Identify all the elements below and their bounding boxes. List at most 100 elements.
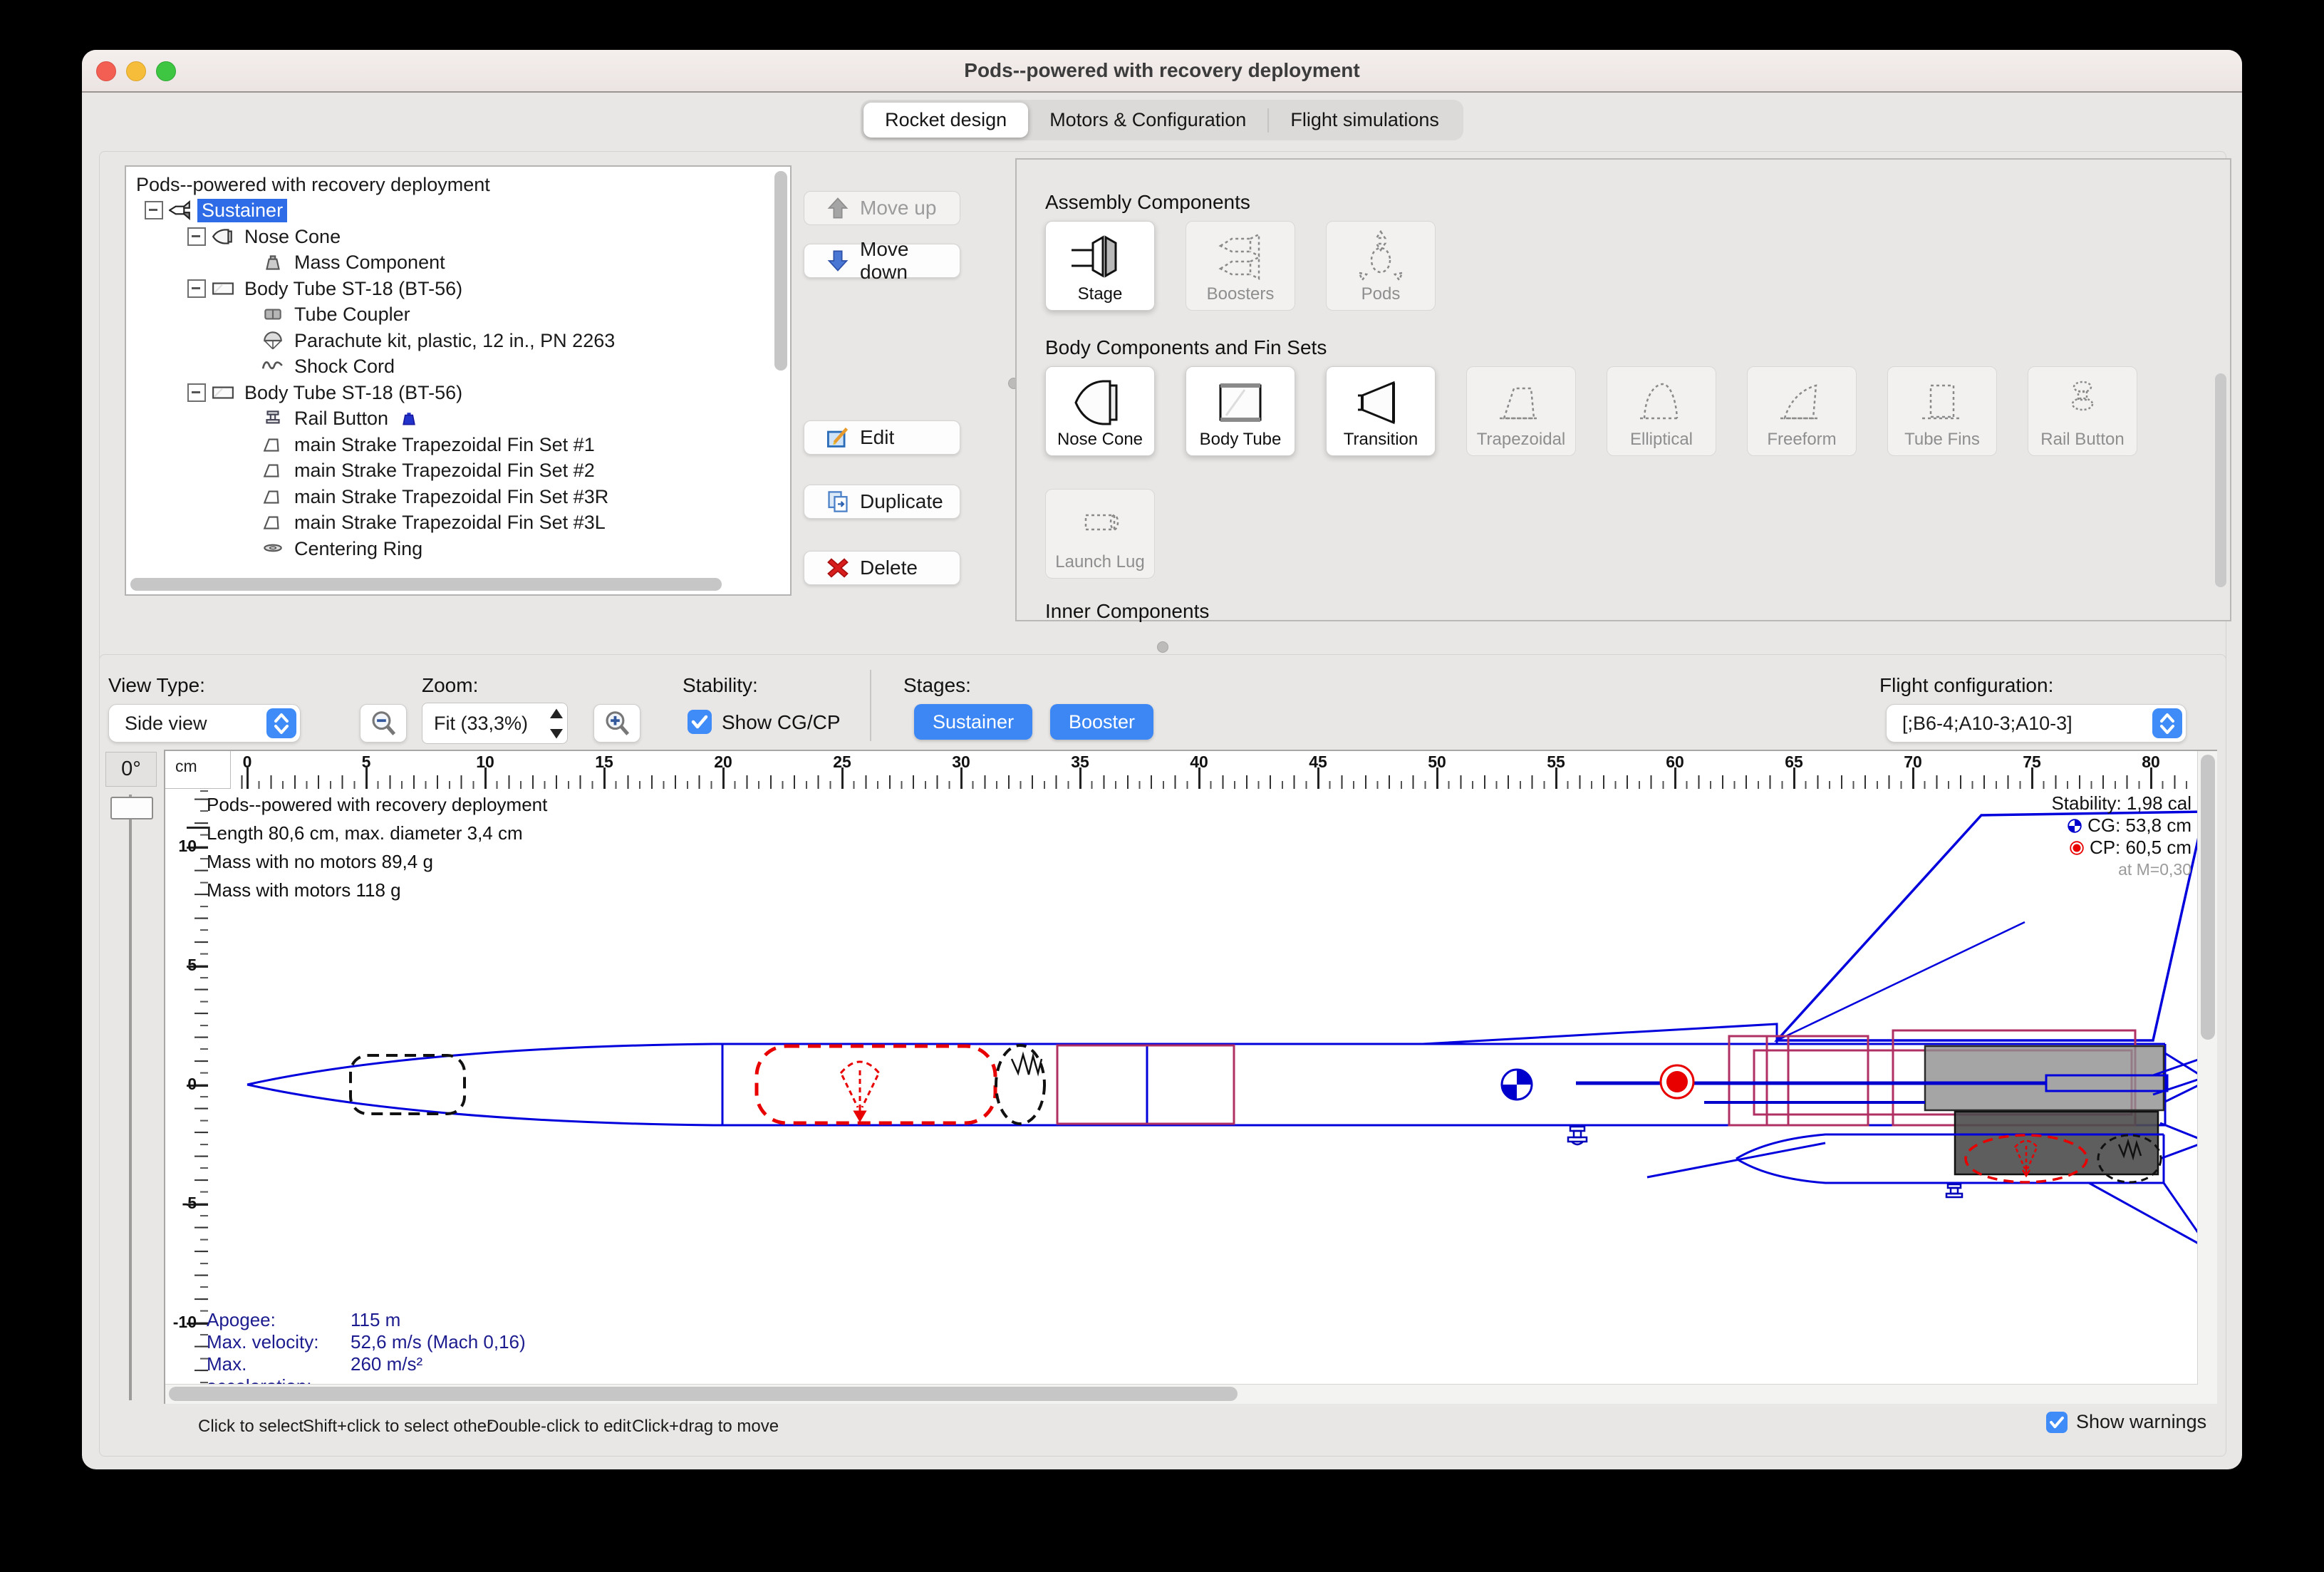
stage-toggle-booster[interactable]: Booster [1050, 704, 1153, 740]
show-cgcp-checkbox[interactable] [688, 710, 712, 734]
tree-row-sustainer[interactable]: Sustainer [145, 198, 287, 222]
rotation-slider-track[interactable] [129, 795, 132, 1400]
ruler-tick-label: 55 [1540, 753, 1572, 772]
nose-cone-label: Nose Cone [1057, 430, 1143, 450]
rotation-slider-handle[interactable] [110, 797, 153, 819]
splitter-dot-horizontal[interactable] [1157, 641, 1168, 653]
tree-row-nose-cone[interactable]: Nose Cone [187, 224, 345, 249]
canvas-horizontal-scrollbar[interactable] [165, 1384, 2198, 1404]
tree-horizontal-scrollbar[interactable] [130, 578, 722, 591]
pod-rail-button-glyph [1946, 1184, 1962, 1197]
launch-lug-label: Launch Lug [1055, 552, 1144, 572]
view-type-value: Side view [109, 713, 266, 735]
cp-icon [2069, 840, 2085, 856]
add-panel-scrollbar[interactable] [2215, 373, 2226, 587]
collapse-icon[interactable] [187, 279, 206, 298]
move-down-button[interactable]: Move down [804, 244, 960, 278]
tree-row-body-tube-1[interactable]: Body Tube ST-18 (BT-56) [187, 276, 467, 301]
stability-label: Stability: [683, 674, 758, 697]
component-button-nose-cone[interactable]: Nose Cone [1045, 366, 1155, 456]
ruler-unit-box: cm [165, 751, 231, 789]
edit-button[interactable]: Edit [804, 420, 960, 455]
tree-row-fin-set-3r[interactable]: main Strake Trapezoidal Fin Set #3R [256, 485, 613, 509]
collapse-icon[interactable] [187, 383, 206, 402]
component-button-boosters: Boosters [1186, 221, 1295, 311]
tree-row-rail-button[interactable]: Rail Button [256, 406, 418, 430]
zoom-in-icon [603, 710, 631, 737]
hint-shift-click: Shift+click to select other [303, 1417, 492, 1437]
component-tree[interactable]: Pods--powered with recovery deployment S… [125, 165, 792, 596]
tree-row-shock-cord[interactable]: Shock Cord [256, 354, 399, 378]
tab-rocket-design[interactable]: Rocket design [863, 103, 1028, 138]
tree-row-fin-set-3l[interactable]: main Strake Trapezoidal Fin Set #3L [256, 510, 610, 534]
scrollbar-thumb[interactable] [2201, 755, 2215, 1040]
tab-motors-configuration[interactable]: Motors & Configuration [1028, 103, 1267, 138]
component-button-tube-fins: Tube Fins [1887, 366, 1997, 456]
ruler-tick-label: 25 [826, 753, 858, 772]
delete-button[interactable]: Delete [804, 551, 960, 585]
component-button-stage[interactable]: Stage [1045, 221, 1155, 311]
component-button-trapezoidal: Trapezoidal [1466, 366, 1576, 456]
ruler-tick-label: 75 [2016, 753, 2048, 772]
ruler-tick-label: 30 [945, 753, 977, 772]
strake-fin-top [1423, 1024, 1777, 1044]
canvas-vertical-scrollbar[interactable] [2197, 751, 2217, 1404]
tree-row-parachute[interactable]: Parachute kit, plastic, 12 in., PN 2263 [256, 329, 619, 353]
stat-value: 115 m [351, 1309, 400, 1331]
move-down-label: Move down [860, 238, 960, 284]
tree-row-tube-coupler[interactable]: Tube Coupler [256, 302, 415, 326]
zoom-in-button[interactable] [593, 704, 640, 743]
info-length: Length 80,6 cm, max. diameter 3,4 cm [207, 819, 547, 847]
tree-row-mass-component[interactable]: Mass Component [256, 250, 450, 274]
flight-config-dropdown[interactable]: [;B6-4;A10-3;A10-3] [1886, 704, 2186, 743]
tree-vertical-scrollbar[interactable] [774, 171, 787, 371]
tree-root[interactable]: Pods--powered with recovery deployment [132, 172, 494, 197]
ruler-tick-label: 80 [2135, 753, 2167, 772]
zoom-out-icon [370, 710, 397, 737]
zoom-combo[interactable]: Fit (33,3%) [422, 703, 568, 744]
collapse-icon[interactable] [145, 201, 163, 219]
ruler-tick-label: 10 [470, 753, 501, 772]
ruler-tick-label: 35 [1064, 753, 1096, 772]
zoom-out-button[interactable] [360, 704, 407, 743]
show-cgcp-label: Show CG/CP [722, 711, 841, 734]
tree-row-fin-set-2[interactable]: main Strake Trapezoidal Fin Set #2 [256, 458, 599, 482]
desktop: Pods--powered with recovery deployment R… [0, 0, 2324, 1572]
tree-label-nose-cone: Nose Cone [240, 225, 345, 249]
component-button-freeform: Freeform [1747, 366, 1857, 456]
tube-fins-icon [1912, 374, 1972, 431]
ruler-tick-label: 20 [707, 753, 739, 772]
component-button-body-tube[interactable]: Body Tube [1186, 366, 1295, 456]
tab-flight-simulations[interactable]: Flight simulations [1269, 103, 1461, 138]
duplicate-button[interactable]: Duplicate [804, 485, 960, 519]
scrollbar-thumb[interactable] [169, 1387, 1238, 1401]
cp-marker [1661, 1065, 1693, 1098]
body-tube-icon [212, 277, 234, 300]
transition-icon [1351, 374, 1411, 431]
tree-row-body-tube-2[interactable]: Body Tube ST-18 (BT-56) [187, 381, 467, 405]
tree-label-centering-ring: Centering Ring [290, 537, 427, 561]
chevron-up-down-icon [2152, 708, 2182, 738]
component-button-elliptical: Elliptical [1607, 366, 1716, 456]
flight-config-label: Flight configuration: [1879, 674, 2053, 697]
stage-toggle-sustainer[interactable]: Sustainer [914, 704, 1032, 740]
strake-fin-bottom [1647, 1143, 1825, 1177]
component-button-transition[interactable]: Transition [1326, 366, 1436, 456]
stat-label: Max. velocity: [207, 1331, 351, 1353]
stage-label: Stage [1078, 284, 1123, 304]
delete-label: Delete [860, 557, 918, 579]
view-type-dropdown[interactable]: Side view [108, 704, 301, 743]
hint-double-click: Double-click to edit [487, 1417, 631, 1437]
collapse-icon[interactable] [187, 227, 206, 246]
show-warnings-checkbox[interactable] [2046, 1412, 2068, 1433]
tube-coupler-outline [1057, 1045, 1234, 1124]
tree-row-centering-ring[interactable]: Centering Ring [256, 537, 427, 561]
tree-row-fin-set-1[interactable]: main Strake Trapezoidal Fin Set #1 [256, 433, 599, 457]
horizontal-ruler: 0 5 10 15 20 25 30 35 40 45 50 55 60 65 … [165, 751, 2217, 789]
rocket-canvas[interactable]: 0 5 10 15 20 25 30 35 40 45 50 55 60 65 … [164, 750, 2217, 1404]
parachute-icon [261, 329, 284, 352]
trapezoidal-fin-icon [1491, 374, 1551, 431]
info-mass-no-motors: Mass with no motors 89,4 g [207, 847, 547, 876]
transition-label: Transition [1344, 430, 1418, 450]
checkmark-icon [688, 710, 712, 734]
